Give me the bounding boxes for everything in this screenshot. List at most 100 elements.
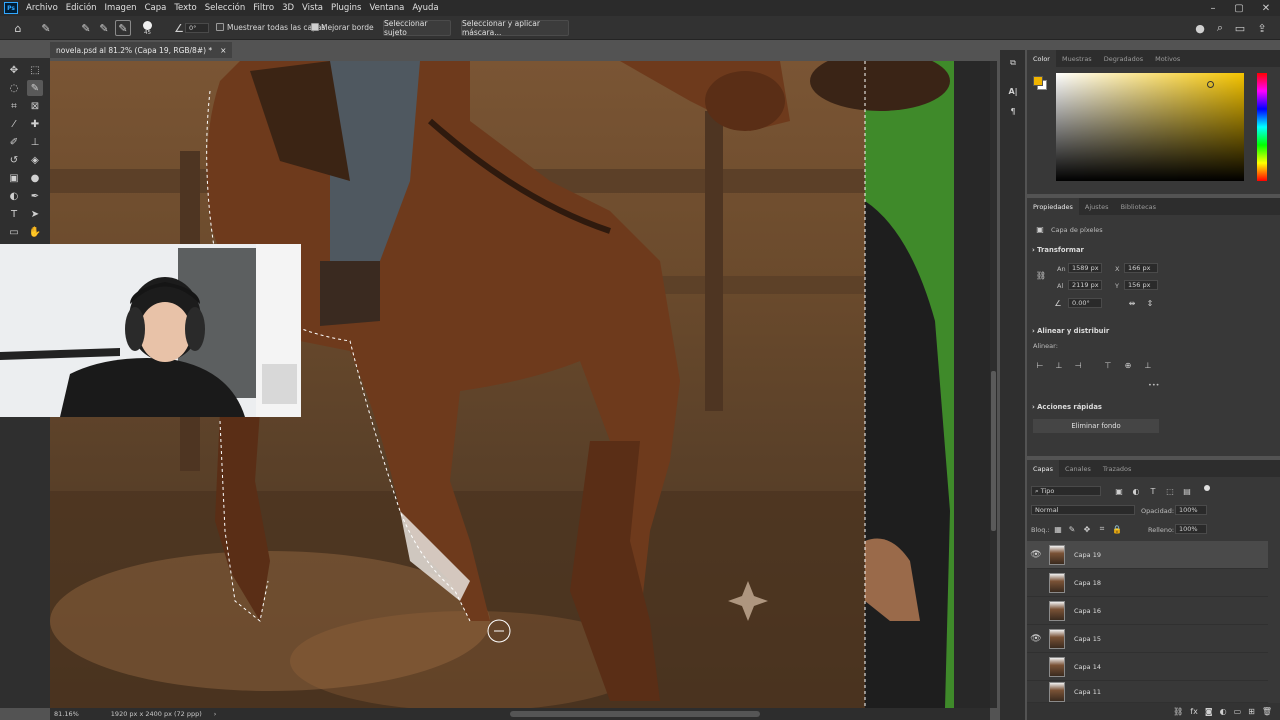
blur-tool-icon[interactable]: ● [27,170,43,186]
angle-field[interactable]: 0° [185,23,209,33]
frame-tool-icon[interactable]: ⊠ [27,98,43,114]
subtract-selection-icon[interactable]: ✎ [115,20,131,36]
foreground-swatch[interactable] [1033,76,1043,86]
healing-brush-tool-icon[interactable]: ✚ [27,116,43,132]
tab-bibliotecas[interactable]: Bibliotecas [1115,198,1162,215]
layer-row-capa-15[interactable]: 👁 Capa 15 [1027,625,1268,653]
eraser-tool-icon[interactable]: ◈ [27,152,43,168]
visibility-eye-icon[interactable]: 👁 [1027,634,1045,644]
tab-degradados[interactable]: Degradados [1098,50,1149,67]
flip-vertical-icon[interactable]: ⇕ [1145,298,1155,308]
minimize-button[interactable]: – [1200,0,1226,16]
menu-edicion[interactable]: Edición [62,3,101,13]
dodge-tool-icon[interactable]: ◐ [6,188,22,204]
tab-muestras[interactable]: Muestras [1056,50,1098,67]
menu-texto[interactable]: Texto [170,3,200,13]
gradient-tool-icon[interactable]: ▣ [6,170,22,186]
select-and-mask-button[interactable]: Seleccionar y aplicar máscara... [461,19,569,37]
lock-all-icon[interactable]: 🔒 [1112,524,1122,534]
menu-ayuda[interactable]: Ayuda [408,3,442,13]
layer-row-capa-16[interactable]: Capa 16 [1027,597,1268,625]
tab-propiedades[interactable]: Propiedades [1027,198,1079,215]
rectangle-tool-icon[interactable]: ▭ [6,224,22,240]
history-brush-tool-icon[interactable]: ↺ [6,152,22,168]
tab-capas[interactable]: Capas [1027,460,1060,477]
align-hcenter-icon[interactable]: ⊥ [1054,360,1064,370]
hue-slider[interactable] [1257,73,1267,181]
add-mask-icon[interactable]: ◙ [1205,707,1213,716]
filter-toggle-icon[interactable] [1204,485,1210,491]
fill-field[interactable]: 100% [1175,524,1207,534]
align-section-title[interactable]: › Alinear y distribuir [1032,327,1109,335]
blend-mode-select[interactable]: Normal [1031,505,1135,515]
lasso-tool-icon[interactable]: ◌ [6,80,22,96]
menu-plugins[interactable]: Plugins [327,3,365,13]
hand-tool-icon[interactable]: ✋ [27,224,43,240]
link-layers-icon[interactable]: ⛓ [1173,707,1183,716]
home-icon[interactable]: ⌂ [10,20,26,36]
brush-preview-icon[interactable] [143,21,152,30]
quick-selection-tool-icon[interactable]: ✎ [38,20,54,36]
align-bottom-icon[interactable]: ⊥ [1143,360,1153,370]
delete-layer-icon[interactable]: 🗑 [1262,707,1272,716]
search-icon[interactable]: ⌕ [1212,20,1228,36]
share-icon[interactable]: ⇪ [1254,20,1270,36]
lock-position-icon[interactable]: ✥ [1082,524,1092,534]
path-selection-tool-icon[interactable]: ➤ [27,206,43,222]
new-layer-icon[interactable]: ⊞ [1248,707,1255,716]
filter-smart-object-icon[interactable]: ▤ [1182,486,1192,496]
height-field[interactable]: 2119 px [1068,280,1102,290]
select-subject-button[interactable]: Seleccionar sujeto [383,19,451,37]
menu-archivo[interactable]: Archivo [22,3,62,13]
new-group-icon[interactable]: ▭ [1234,707,1242,716]
transform-section-title[interactable]: › Transformar [1032,246,1084,254]
horizontal-scrollbar[interactable] [510,711,760,717]
filter-type-icon[interactable]: T [1148,486,1158,496]
layer-row-capa-11[interactable]: Capa 11 [1027,681,1268,703]
status-arrow-icon[interactable]: › [214,710,217,718]
workspace-icon[interactable]: ▭ [1232,20,1248,36]
brush-tool-icon[interactable]: ✐ [6,134,22,150]
filter-shape-icon[interactable]: ⬚ [1165,486,1175,496]
filter-pixel-icon[interactable]: ▣ [1114,486,1124,496]
link-icon[interactable]: ⛓ [1036,270,1046,280]
new-selection-icon[interactable]: ✎ [78,20,94,36]
document-tab[interactable]: novela.psd al 81.2% (Capa 19, RGB/8#) * … [50,42,233,58]
close-window-button[interactable]: ✕ [1253,0,1279,16]
crop-tool-icon[interactable]: ⌗ [6,98,22,114]
pen-tool-icon[interactable]: ✒ [27,188,43,204]
quick-actions-title[interactable]: › Acciones rápidas [1032,403,1102,411]
menu-filtro[interactable]: Filtro [249,3,278,13]
tab-motivos[interactable]: Motivos [1149,50,1186,67]
layer-row-capa-19[interactable]: 👁 Capa 19 [1027,541,1268,569]
layer-row-capa-18[interactable]: Capa 18 [1027,569,1268,597]
vertical-scrollbar[interactable] [990,61,997,708]
menu-vista[interactable]: Vista [298,3,327,13]
quick-selection-tool-icon[interactable]: ✎ [27,80,43,96]
sample-all-layers-checkbox[interactable] [216,23,224,31]
lock-transparency-icon[interactable]: ▦ [1053,524,1063,534]
new-adjustment-icon[interactable]: ◐ [1220,707,1227,716]
align-right-icon[interactable]: ⊣ [1073,360,1083,370]
user-icon[interactable]: ● [1192,20,1208,36]
lock-artboard-icon[interactable]: ⌗ [1097,524,1107,534]
align-left-icon[interactable]: ⊢ [1035,360,1045,370]
history-icon[interactable]: ⧉ [1008,58,1018,68]
menu-capa[interactable]: Capa [141,3,171,13]
character-icon[interactable]: A| [1008,86,1018,96]
type-tool-icon[interactable]: T [6,206,22,222]
flip-horizontal-icon[interactable]: ⇹ [1127,298,1137,308]
tab-ajustes[interactable]: Ajustes [1079,198,1115,215]
remove-background-button[interactable]: Eliminar fondo [1033,419,1159,433]
visibility-eye-icon[interactable]: 👁 [1027,550,1045,560]
y-field[interactable]: 156 px [1124,280,1158,290]
layer-row-capa-14[interactable]: Capa 14 [1027,653,1268,681]
tab-trazados[interactable]: Trazados [1097,460,1138,477]
add-to-selection-icon[interactable]: ✎ [96,20,112,36]
move-tool-icon[interactable]: ✥ [6,62,22,78]
zoom-level[interactable]: 81.16% [54,710,79,718]
align-top-icon[interactable]: ⊤ [1103,360,1113,370]
enhance-edge-checkbox[interactable] [311,23,319,31]
marquee-tool-icon[interactable]: ⬚ [27,62,43,78]
more-options-icon[interactable]: ••• [1148,381,1160,389]
